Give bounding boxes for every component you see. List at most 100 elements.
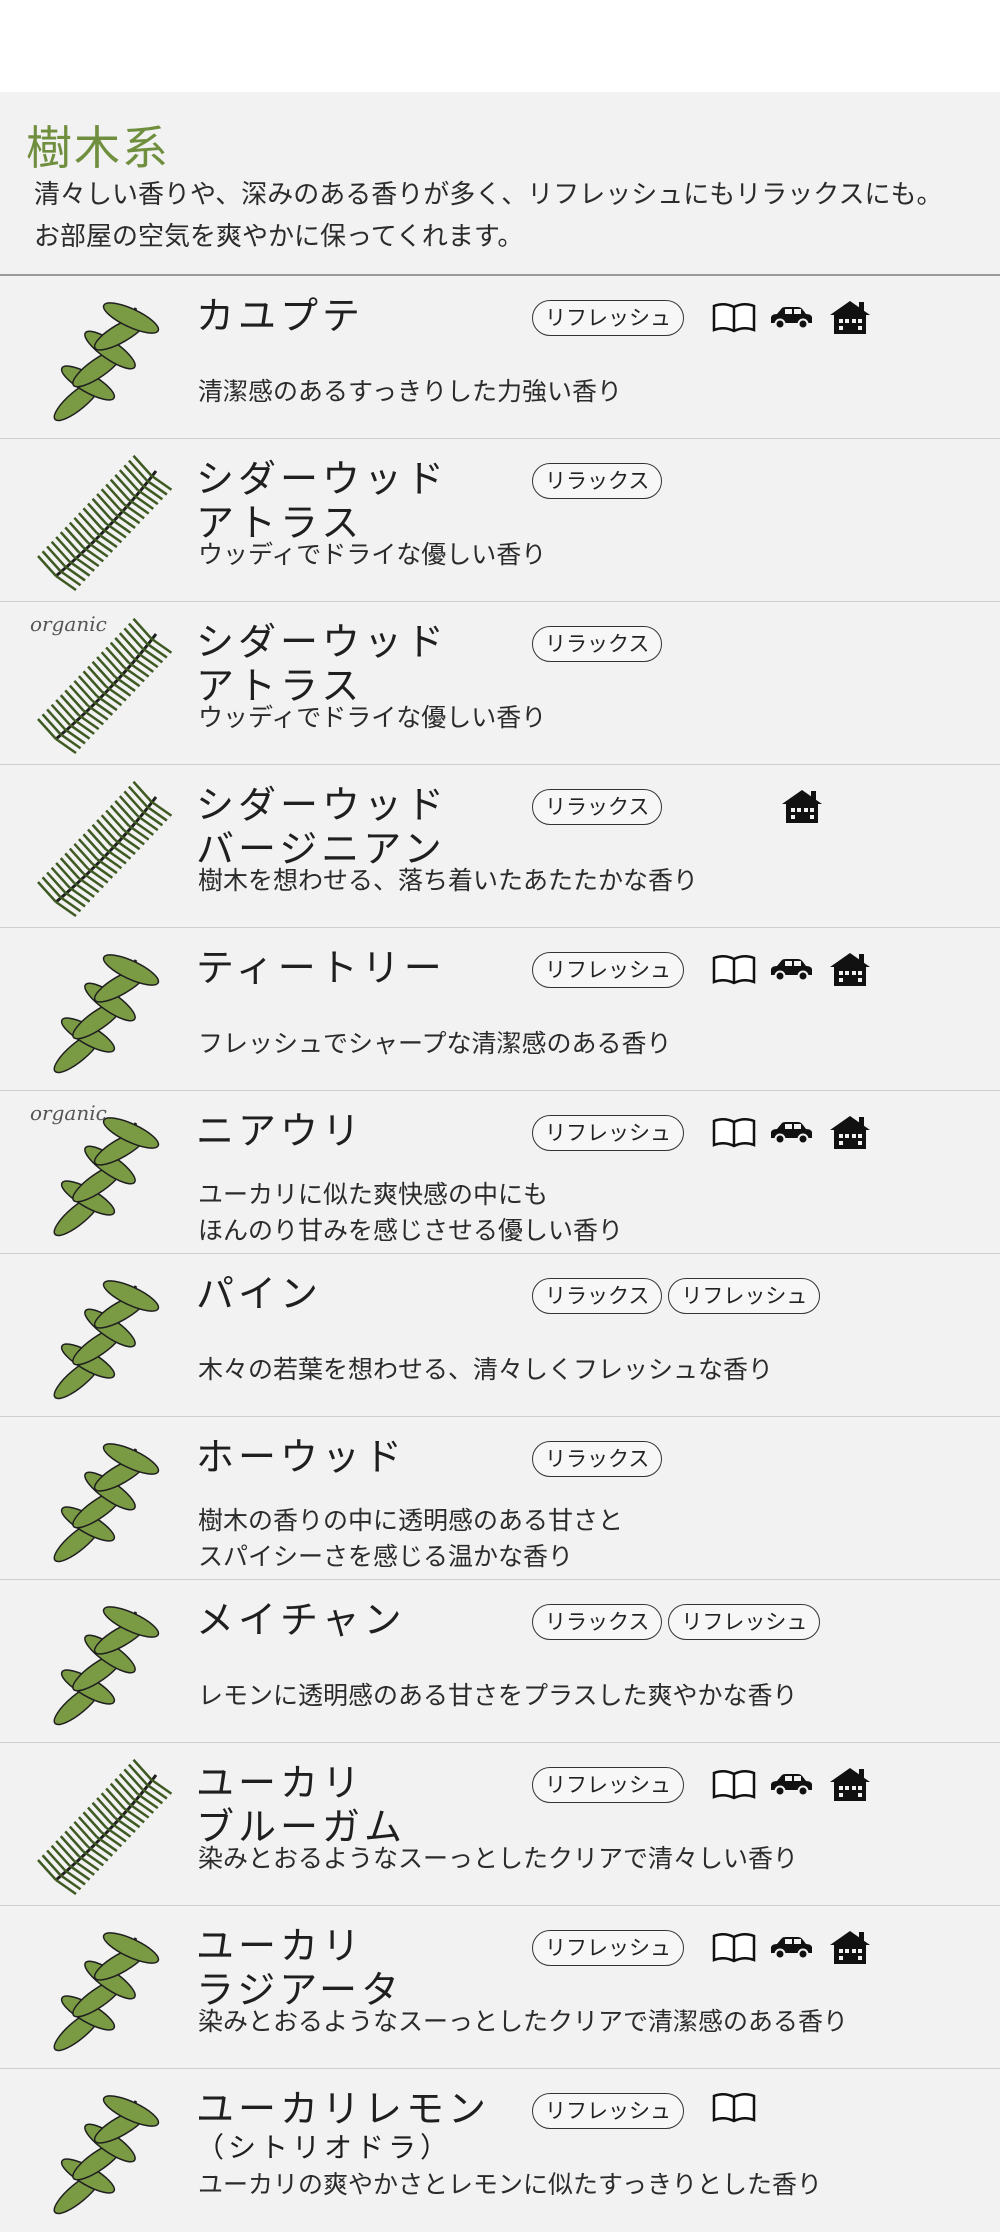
mood-tags: リラックス — [532, 626, 663, 662]
moon-icon — [706, 787, 736, 825]
mood-tags: リラックス リフレッシュ — [532, 1604, 821, 1640]
category-title: 樹木系 — [26, 121, 170, 175]
mood-tag: リラックス — [532, 463, 663, 499]
oil-name-line-1: パイン — [196, 1272, 323, 1316]
oil-row: ティートリー リフレッシュフレッシュでシャープな清潔感のある香り — [0, 928, 1000, 1091]
mood-tag: リフレッシュ — [532, 2093, 684, 2129]
mood-tags: リフレッシュ — [532, 1767, 684, 1803]
organic-mark: organic — [30, 612, 107, 636]
oil-name: ティートリー — [196, 946, 526, 990]
oil-description: ウッディでドライな優しい香り — [198, 700, 988, 736]
oil-description: 染みとおるようなスーっとしたクリアで清潔感のある香り — [198, 2004, 988, 2040]
mood-tags: リフレッシュ — [532, 1930, 684, 1966]
description-line-1: ユーカリの爽やかさとレモンに似たすっきりとした香り — [198, 2170, 823, 2199]
oil-description: ユーカリの爽やかさとレモンに似たすっきりとした香り — [198, 2167, 988, 2203]
organic-mark: organic — [30, 1101, 107, 1125]
oil-row: ユーカリ ブルーガム リフレッシュ 染みとおるようなスーっとしたクリアで清々しい香り — [0, 1743, 1000, 1906]
mood-tag: リフレッシュ — [532, 1115, 684, 1151]
usage-icons — [712, 1765, 874, 1803]
usage-icons — [712, 298, 874, 336]
house-icon — [826, 1928, 874, 1966]
description-line-1: フレッシュでシャープな清潔感のある香り — [198, 1029, 672, 1058]
car-icon — [768, 1934, 814, 1960]
mood-tags: リラックス — [532, 1441, 663, 1477]
mood-tags: リラックス リフレッシュ — [532, 1278, 821, 1314]
book-icon — [712, 301, 756, 333]
usage-icons — [712, 950, 874, 988]
description-line-1: ウッディでドライな優しい香り — [198, 703, 547, 732]
house-icon — [826, 298, 874, 336]
mood-tag: リラックス — [532, 1604, 663, 1640]
usage-icons — [706, 461, 736, 499]
usage-icons — [712, 1113, 874, 1151]
car-icon — [768, 1119, 814, 1145]
oil-description: ユーカリに似た爽快感の中にも ほんのり甘みを感じさせる優しい香り — [198, 1177, 988, 1249]
moon-icon — [706, 624, 736, 662]
oil-description: ウッディでドライな優しい香り — [198, 537, 988, 573]
oil-name-line-1: ユーカリレモン — [196, 2087, 491, 2131]
mood-tags: リフレッシュ — [532, 2093, 684, 2129]
oil-name: ホーウッド — [196, 1435, 526, 1479]
mood-tag: リフレッシュ — [532, 300, 684, 336]
book-icon — [712, 1768, 756, 1800]
moon-icon — [706, 461, 736, 499]
description-line-1: レモンに透明感のある甘さをプラスした爽やかな香り — [198, 1681, 798, 1710]
oil-name-line-1: ユーカリ — [196, 1761, 365, 1805]
oil-name: シダーウッド アトラス — [196, 620, 526, 708]
oil-description: 樹木を想わせる、落ち着いたあたたかな香り — [198, 863, 988, 899]
oil-row: シダーウッド アトラス リラックスウッディでドライな優しい香り — [0, 439, 1000, 602]
oil-name: シダーウッド アトラス — [196, 457, 526, 545]
mood-tag: リラックス — [532, 1278, 663, 1314]
mood-tag: リラックス — [532, 1441, 663, 1477]
oil-name: パイン — [196, 1272, 526, 1316]
oil-name: メイチャン — [196, 1598, 526, 1642]
house-icon — [778, 787, 826, 825]
mood-tag: リフレッシュ — [668, 1278, 821, 1314]
oil-row: ユーカリレモン （シトリオドラ） リフレッシュ ユーカリの爽やかさとレモンに似たすっき… — [0, 2069, 1000, 2232]
mood-tag: リフレッシュ — [668, 1604, 821, 1640]
mood-tags: リラックス — [532, 463, 663, 499]
house-icon — [826, 1113, 874, 1151]
oil-description: レモンに透明感のある甘さをプラスした爽やかな香り — [198, 1678, 988, 1714]
description-line-1: 木々の若葉を想わせる、清々しくフレッシュな香り — [198, 1355, 774, 1384]
oil-row: カユプテ リフレッシュ 清潔感のあるすっきりした力強い香り — [0, 276, 1000, 439]
mood-tag: リラックス — [532, 626, 663, 662]
description-line-1: 清潔感のあるすっきりした力強い香り — [198, 377, 623, 406]
usage-icons — [712, 2091, 756, 2123]
oil-name-line-1: ホーウッド — [196, 1435, 407, 1479]
oil-description: 木々の若葉を想わせる、清々しくフレッシュな香り — [198, 1352, 988, 1388]
oil-name: ユーカリレモン （シトリオドラ） — [196, 2087, 526, 2165]
description-line-1: 樹木の香りの中に透明感のある甘さと — [198, 1506, 624, 1535]
oil-name-line-1: シダーウッド — [196, 783, 449, 827]
oil-description: 清潔感のあるすっきりした力強い香り — [198, 374, 988, 410]
oil-name-line-1: メイチャン — [196, 1598, 406, 1642]
mood-tags: リフレッシュ — [532, 300, 684, 336]
mood-tag: リフレッシュ — [532, 952, 684, 988]
oil-name: ニアウリ — [196, 1109, 526, 1153]
description-line-1: 染みとおるようなスーっとしたクリアで清潔感のある香り — [198, 2007, 849, 2036]
oil-row: organic ニアウリ リフレッシュユーカリに似た爽快感の中にも ほんのり甘みを感じ… — [0, 1091, 1000, 1254]
intro-line-1: 清々しい香りや、深みのある香りが多く、リフレッシュにもリラックスにも。 — [34, 180, 943, 210]
mood-tag: リラックス — [532, 789, 663, 825]
oil-name-line-1: ユーカリ — [196, 1924, 365, 1968]
description-line-2: スパイシーさを感じる温かな香り — [198, 1542, 574, 1571]
oil-name: ユーカリ ブルーガム — [196, 1761, 526, 1849]
oil-name-line-1: シダーウッド — [196, 620, 449, 664]
book-icon — [712, 1116, 756, 1148]
oil-row: organic シダーウッド アトラス リラックスウッディでドライな優しい香り — [0, 602, 1000, 765]
car-icon — [768, 304, 814, 330]
oil-name-line-1: ティートリー — [196, 946, 446, 990]
oil-name-line-1: シダーウッド — [196, 457, 449, 501]
oil-name-line-2: （シトリオドラ） — [196, 2131, 453, 2164]
mood-tags: リフレッシュ — [532, 952, 684, 988]
moon-icon — [706, 1439, 736, 1477]
description-line-1: ウッディでドライな優しい香り — [198, 540, 547, 569]
usage-icons — [712, 1928, 874, 1966]
oil-row: シダーウッド バージニアン リラックス 樹木を想わせる、落ち着いたあたたかな香り — [0, 765, 1000, 928]
mood-tags: リラックス — [532, 789, 663, 825]
description-line-2: ほんのり甘みを感じさせる優しい香り — [198, 1216, 624, 1245]
book-icon — [712, 953, 756, 985]
mood-tag: リフレッシュ — [532, 1767, 684, 1803]
intro-line-2: お部屋の空気を爽やかに保ってくれます。 — [34, 222, 524, 252]
book-icon — [712, 1931, 756, 1963]
